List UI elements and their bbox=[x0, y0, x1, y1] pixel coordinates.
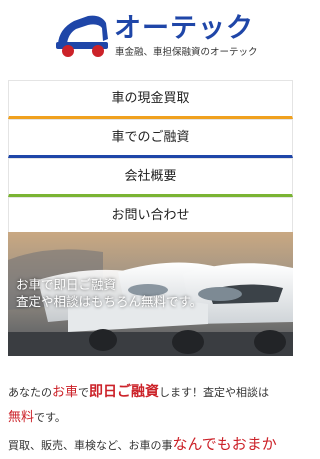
nav-item-cash-purchase[interactable]: 車の現金買取 bbox=[8, 80, 293, 119]
intro-line-1: あなたのお車で即日ご融資します！査定や相談は bbox=[8, 379, 300, 405]
intro-text-plain: で bbox=[78, 386, 90, 399]
hero-banner: お車で即日ご融資 査定や相談はもちろん無料です。 bbox=[8, 232, 293, 356]
intro-text-plain: 買取、販売、車検など、お車の事 bbox=[8, 439, 173, 452]
intro-highlight-anything: なんでもおまか bbox=[172, 435, 277, 453]
site-logo[interactable]: オーテック 車金融、車担保融資のオーテック bbox=[54, 10, 258, 66]
intro-line-3: 買取、販売、車検など、お車の事なんでもおまか bbox=[8, 431, 300, 457]
logo-tagline: 車金融、車担保融資のオーテック bbox=[115, 47, 258, 58]
hero-text: お車で即日ご融資 査定や相談はもちろん無料です。 bbox=[16, 276, 202, 310]
main-nav: 車の現金買取 車でのご融資 会社概要 お問い合わせ bbox=[8, 80, 293, 236]
site-header: オーテック 車金融、車担保融資のオーテック bbox=[0, 0, 300, 72]
nav-item-company[interactable]: 会社概要 bbox=[8, 158, 293, 197]
intro-line-2: 無料です。 bbox=[8, 405, 300, 431]
logo-name: オーテック bbox=[114, 13, 254, 44]
intro-highlight-same-day-loan: 即日ご融資 bbox=[89, 384, 160, 400]
hero-line-2: 査定や相談はもちろん無料です。 bbox=[16, 294, 203, 309]
intro-text-plain: です。 bbox=[34, 411, 66, 424]
hero-line-1: お車で即日ご融資 bbox=[16, 277, 117, 292]
nav-item-car-loan[interactable]: 車でのご融資 bbox=[8, 119, 293, 158]
intro-text-plain: あなたの bbox=[8, 386, 52, 399]
nav-item-contact[interactable]: お問い合わせ bbox=[8, 197, 293, 236]
intro-highlight-free: 無料 bbox=[8, 410, 35, 425]
intro-highlight-car: お車 bbox=[52, 385, 79, 400]
intro-text: あなたのお車で即日ご融資します！査定や相談は 無料です。 買取、販売、車検など、… bbox=[8, 379, 300, 457]
intro-text-plain: します！査定や相談は bbox=[159, 386, 270, 399]
car-logo-icon bbox=[56, 15, 108, 57]
